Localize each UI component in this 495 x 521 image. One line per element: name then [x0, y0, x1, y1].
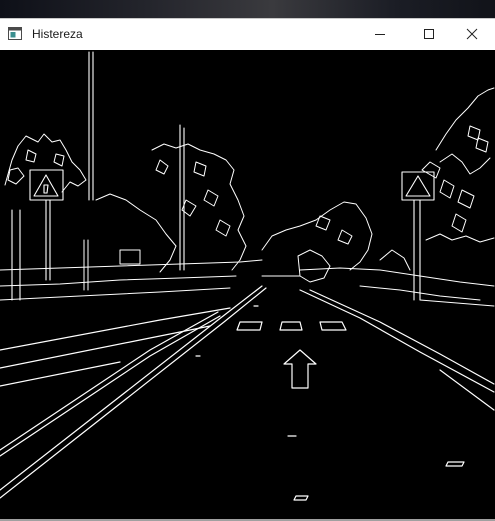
image-window: Histereza [0, 18, 495, 521]
close-button[interactable] [449, 19, 495, 49]
road-edges [0, 285, 495, 521]
maximize-icon [424, 29, 434, 39]
minimize-icon [375, 34, 385, 35]
window-title: Histereza [32, 27, 83, 41]
minimize-button[interactable] [357, 19, 403, 49]
left-sign-edges [11, 169, 64, 301]
close-icon [466, 28, 478, 40]
app-window-icon [8, 27, 22, 40]
desktop-background [0, 0, 495, 18]
foliage-edges [4, 87, 495, 283]
road-marking-edges [195, 305, 465, 501]
right-sign-edges [401, 171, 435, 301]
maximize-button[interactable] [406, 19, 452, 49]
hysteresis-edge-image [0, 50, 495, 521]
title-bar[interactable]: Histereza [0, 19, 495, 49]
light-pole-edges [88, 51, 185, 271]
